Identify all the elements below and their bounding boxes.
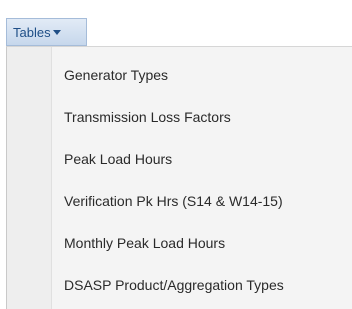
menu-item-peak-load-hours[interactable]: Peak Load Hours — [7, 138, 352, 180]
menu-item-dsasp-product-aggregation-types[interactable]: DSASP Product/Aggregation Types — [7, 264, 352, 306]
tables-menu-label: Tables — [13, 24, 51, 40]
menu-item-transmission-loss-factors[interactable]: Transmission Loss Factors — [7, 96, 352, 138]
tables-menu-button[interactable]: Tables — [6, 18, 87, 46]
caret-down-icon — [52, 30, 61, 35]
menu-item-monthly-peak-load-hours[interactable]: Monthly Peak Load Hours — [7, 222, 352, 264]
menu-item-generator-types[interactable]: Generator Types — [7, 54, 352, 96]
menu-list: Generator Types Transmission Loss Factor… — [7, 54, 352, 306]
menu-item-verification-pk-hrs[interactable]: Verification Pk Hrs (S14 & W14-15) — [7, 180, 352, 222]
tables-dropdown-menu: Generator Types Transmission Loss Factor… — [6, 46, 352, 309]
page: Tables Generator Types Transmission Loss… — [0, 0, 352, 309]
